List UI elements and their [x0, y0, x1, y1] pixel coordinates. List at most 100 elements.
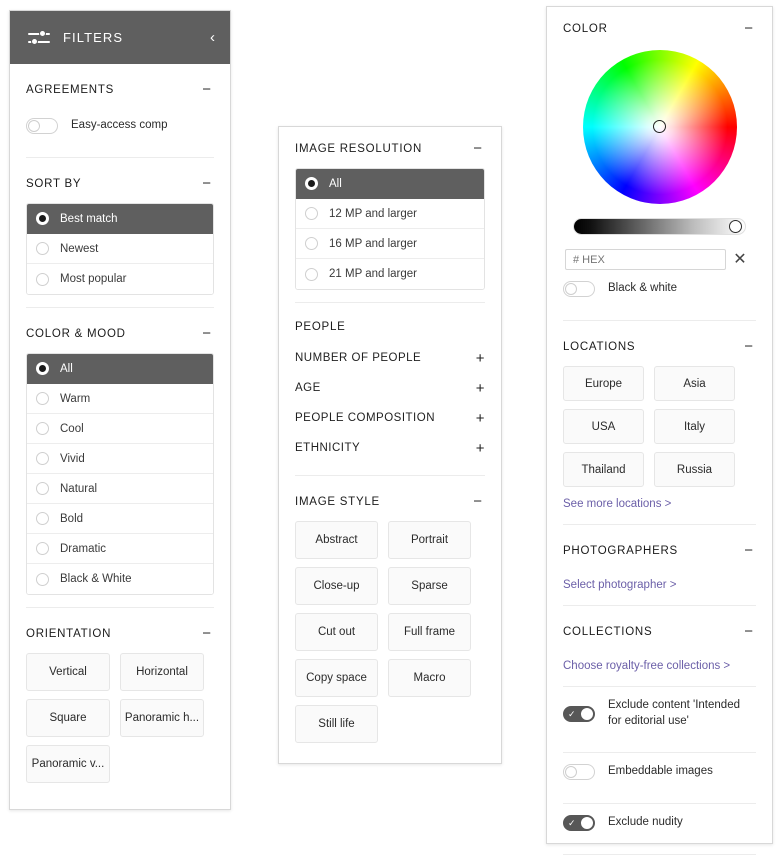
chip-button[interactable]: Abstract: [295, 521, 378, 559]
plus-icon[interactable]: +: [476, 351, 485, 366]
radio-icon: [305, 267, 318, 281]
section-header-collections[interactable]: COLLECTIONS −: [563, 606, 756, 649]
radio-icon: [36, 212, 49, 225]
radio-row[interactable]: Warm: [27, 384, 213, 414]
expandable-age[interactable]: AGE +: [295, 373, 485, 403]
section-header-color[interactable]: COLOR −: [563, 7, 756, 46]
radio-row[interactable]: Dramatic: [27, 534, 213, 564]
chip-button[interactable]: Macro: [388, 659, 471, 697]
select-photographer-link[interactable]: Select photographer >: [563, 568, 676, 593]
minus-icon[interactable]: −: [200, 326, 214, 341]
sliders-icon: [28, 29, 50, 46]
minus-icon[interactable]: −: [200, 176, 214, 191]
section-photographers: PHOTOGRAPHERS − Select photographer >: [547, 525, 772, 606]
section-sort-by: SORT BY − Best match Newest Most popular: [10, 158, 230, 308]
radio-row[interactable]: Natural: [27, 474, 213, 504]
switch-embeddable-images[interactable]: Embeddable images: [563, 753, 756, 791]
color-wheel[interactable]: [582, 50, 737, 204]
chip-button[interactable]: Cut out: [295, 613, 378, 651]
section-header-locations[interactable]: LOCATIONS −: [563, 321, 756, 364]
minus-icon[interactable]: −: [200, 82, 214, 97]
chip-button[interactable]: Europe: [563, 366, 644, 401]
chip-button[interactable]: Square: [26, 699, 110, 737]
section-header-image-style[interactable]: IMAGE STYLE −: [295, 476, 485, 519]
radio-row[interactable]: Cool: [27, 414, 213, 444]
radio-row[interactable]: Newest: [27, 234, 213, 264]
toggle-switch[interactable]: [563, 281, 595, 297]
radio-row[interactable]: Vivid: [27, 444, 213, 474]
section-title: SORT BY: [26, 177, 82, 190]
switch-label: Exclude nudity: [608, 816, 683, 829]
chip-button[interactable]: Italy: [654, 409, 735, 444]
chip-button[interactable]: USA: [563, 409, 644, 444]
chevron-left-icon[interactable]: ‹: [210, 30, 215, 45]
chip-button[interactable]: Russia: [654, 452, 735, 487]
switch-exclude-editorial[interactable]: Exclude content 'Intended for editorial …: [563, 687, 756, 740]
plus-icon[interactable]: +: [476, 411, 485, 426]
radio-row[interactable]: All: [296, 169, 484, 199]
radio-row[interactable]: All: [27, 354, 213, 384]
section-header-photographers[interactable]: PHOTOGRAPHERS −: [563, 525, 756, 568]
section-header-agreements[interactable]: AGREEMENTS −: [26, 64, 214, 107]
chip-button[interactable]: Copy space: [295, 659, 378, 697]
switch-label: Exclude content 'Intended for editorial …: [608, 699, 740, 727]
minus-icon[interactable]: −: [200, 626, 214, 641]
radio-icon: [36, 482, 49, 495]
see-more-locations-link[interactable]: See more locations >: [563, 487, 671, 512]
chip-button[interactable]: Sparse: [388, 567, 471, 605]
radio-row[interactable]: Most popular: [27, 264, 213, 294]
chip-group-orientation: Vertical Horizontal Square Panoramic h..…: [26, 651, 214, 783]
radio-row[interactable]: Bold: [27, 504, 213, 534]
minus-icon[interactable]: −: [742, 21, 756, 36]
switch-black-and-white[interactable]: Black & white: [563, 270, 756, 308]
luminance-slider-handle[interactable]: [729, 220, 742, 233]
section-header-image-resolution[interactable]: IMAGE RESOLUTION −: [295, 127, 485, 166]
chip-button[interactable]: Panoramic v...: [26, 745, 110, 783]
minus-icon[interactable]: −: [471, 494, 485, 509]
choose-collections-link[interactable]: Choose royalty-free collections >: [563, 649, 730, 674]
radio-icon: [305, 207, 318, 220]
chip-button[interactable]: Full frame: [388, 613, 471, 651]
minus-icon[interactable]: −: [742, 339, 756, 354]
plus-icon[interactable]: +: [476, 441, 485, 456]
radio-row[interactable]: Best match: [27, 204, 213, 234]
section-title: COLOR & MOOD: [26, 327, 126, 340]
minus-icon[interactable]: −: [471, 141, 485, 156]
expandable-number-of-people[interactable]: NUMBER OF PEOPLE +: [295, 343, 485, 373]
plus-icon[interactable]: +: [476, 381, 485, 396]
radio-label: Black & White: [60, 573, 132, 585]
toggle-switch[interactable]: [563, 764, 595, 781]
radio-row[interactable]: 21 MP and larger: [296, 259, 484, 289]
switch-easy-access-comp[interactable]: Easy-access comp: [26, 107, 214, 145]
middle-filter-panel: IMAGE RESOLUTION − All 12 MP and larger …: [278, 126, 502, 764]
radio-row[interactable]: 16 MP and larger: [296, 229, 484, 259]
minus-icon[interactable]: −: [742, 624, 756, 639]
minus-icon[interactable]: −: [742, 543, 756, 558]
toggle-switch[interactable]: [26, 118, 58, 134]
section-header-sort-by[interactable]: SORT BY −: [26, 158, 214, 201]
close-icon[interactable]: ✕: [726, 251, 754, 268]
expandable-ethnicity[interactable]: ETHNICITY +: [295, 433, 485, 463]
section-header-orientation[interactable]: ORIENTATION −: [26, 608, 214, 651]
hex-input[interactable]: [565, 249, 726, 270]
chip-button[interactable]: Still life: [295, 705, 378, 743]
section-collections: COLLECTIONS − Choose royalty-free collec…: [547, 606, 772, 687]
chip-group-image-style: Abstract Portrait Close-up Sparse Cut ou…: [295, 519, 485, 743]
color-wheel-handle[interactable]: [653, 120, 666, 134]
chip-button[interactable]: Horizontal: [120, 653, 204, 691]
luminance-slider[interactable]: [573, 218, 746, 235]
expandable-people-composition[interactable]: PEOPLE COMPOSITION +: [295, 403, 485, 433]
switch-exclude-nudity[interactable]: Exclude nudity: [563, 804, 756, 842]
radio-row[interactable]: 12 MP and larger: [296, 199, 484, 229]
chip-button[interactable]: Portrait: [388, 521, 471, 559]
chip-button[interactable]: Panoramic h...: [120, 699, 204, 737]
toggle-switch[interactable]: [563, 815, 595, 832]
chip-button[interactable]: Vertical: [26, 653, 110, 691]
chip-button[interactable]: Close-up: [295, 567, 378, 605]
chip-button[interactable]: Asia: [654, 366, 735, 401]
radio-row[interactable]: Black & White: [27, 564, 213, 594]
radio-icon: [36, 452, 49, 465]
toggle-switch[interactable]: [563, 705, 595, 722]
section-header-color-mood[interactable]: COLOR & MOOD −: [26, 308, 214, 351]
chip-button[interactable]: Thailand: [563, 452, 644, 487]
